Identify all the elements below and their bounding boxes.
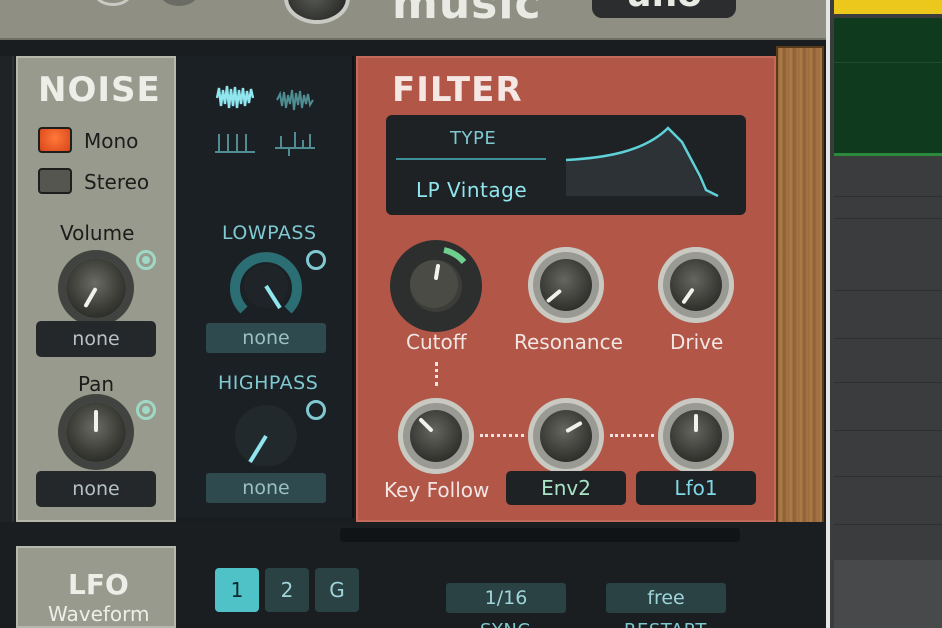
sync-label: SYNC: [480, 620, 530, 628]
volume-mod-select[interactable]: none: [36, 321, 156, 357]
highpass-mod-icon[interactable]: [306, 400, 326, 420]
mono-led[interactable]: [38, 127, 72, 153]
highpass-knob[interactable]: [230, 400, 302, 466]
pink-noise-icon[interactable]: [275, 86, 315, 114]
grid-line: [834, 524, 942, 525]
pan-mod-icon[interactable]: [136, 400, 156, 420]
lfo-tab-g[interactable]: G: [315, 568, 359, 612]
lowpass-mod-icon[interactable]: [306, 250, 326, 270]
restart-label: RESTART: [624, 620, 707, 628]
impulse-icon[interactable]: [215, 130, 255, 158]
lfo-subtitle: Waveform: [48, 602, 150, 626]
cutoff-knob[interactable]: [388, 238, 484, 334]
type-divider: [396, 158, 546, 160]
grid-line: [834, 196, 942, 197]
stereo-label: Stereo: [84, 170, 150, 194]
grid-line: [834, 62, 942, 63]
resonance-knob[interactable]: [528, 247, 604, 323]
volume-label: Volume: [60, 221, 135, 245]
volume-knob[interactable]: [66, 258, 126, 318]
grid-line: [834, 382, 942, 383]
env-amount-knob[interactable]: [528, 398, 604, 474]
section-divider: [340, 528, 740, 542]
pan-mod-select[interactable]: none: [36, 471, 156, 507]
track-lower: [834, 560, 942, 628]
lfo-tab-1[interactable]: 1: [215, 568, 259, 612]
drive-knob[interactable]: [658, 247, 734, 323]
logo-badge: uno: [592, 0, 736, 18]
lowpass-knob[interactable]: [230, 250, 302, 316]
grid-line: [834, 338, 942, 339]
lfo-mod-select[interactable]: Lfo1: [636, 471, 756, 505]
filter-type-value[interactable]: LP Vintage: [416, 178, 527, 202]
pan-label: Pan: [78, 372, 115, 396]
lfo-link-dots: [610, 434, 654, 437]
logo-text: music: [392, 0, 542, 29]
filter-title: FILTER: [392, 70, 523, 110]
lfo-tab-2[interactable]: 2: [265, 568, 309, 612]
highpass-label: HIGHPASS: [218, 372, 319, 394]
lowpass-label: LOWPASS: [222, 222, 317, 244]
restart-select[interactable]: free: [606, 583, 726, 613]
filter-curve-icon: [565, 126, 719, 198]
resonance-label: Resonance: [514, 330, 623, 354]
lfo-title: LFO: [68, 568, 129, 601]
grid-line: [834, 218, 942, 219]
keyfollow-label: Key Follow: [384, 478, 490, 502]
volume-mod-icon[interactable]: [136, 250, 156, 270]
filter-type-label: TYPE: [450, 128, 497, 149]
cutoff-label: Cutoff: [406, 330, 467, 354]
env-link-dots: [480, 434, 524, 437]
sync-select[interactable]: 1/16: [446, 583, 566, 613]
env-mod-select[interactable]: Env2: [506, 471, 626, 505]
lowpass-mod-select[interactable]: none: [206, 323, 326, 353]
highpass-mod-select[interactable]: none: [206, 473, 326, 503]
grid-line: [834, 430, 942, 431]
track-panel: [826, 0, 942, 628]
left-strip: [0, 56, 14, 522]
lfo-amount-knob[interactable]: [658, 398, 734, 474]
cutoff-link-dots: [435, 362, 438, 386]
track-header-bar: [834, 0, 942, 14]
keyfollow-knob[interactable]: [398, 398, 474, 474]
synth-window: music uno NOISE Mono Stereo Volume none …: [0, 0, 942, 628]
wood-side-top: [776, 46, 824, 524]
track-clip[interactable]: [834, 18, 942, 156]
noise-title: NOISE: [38, 70, 161, 110]
drive-label: Drive: [670, 330, 724, 354]
stereo-led[interactable]: [38, 168, 72, 194]
pan-knob[interactable]: [66, 402, 126, 462]
crackle-icon[interactable]: [275, 130, 315, 158]
white-noise-icon[interactable]: [215, 84, 255, 112]
mono-label: Mono: [84, 129, 139, 153]
grid-line: [834, 476, 942, 477]
grid-line: [834, 290, 942, 291]
